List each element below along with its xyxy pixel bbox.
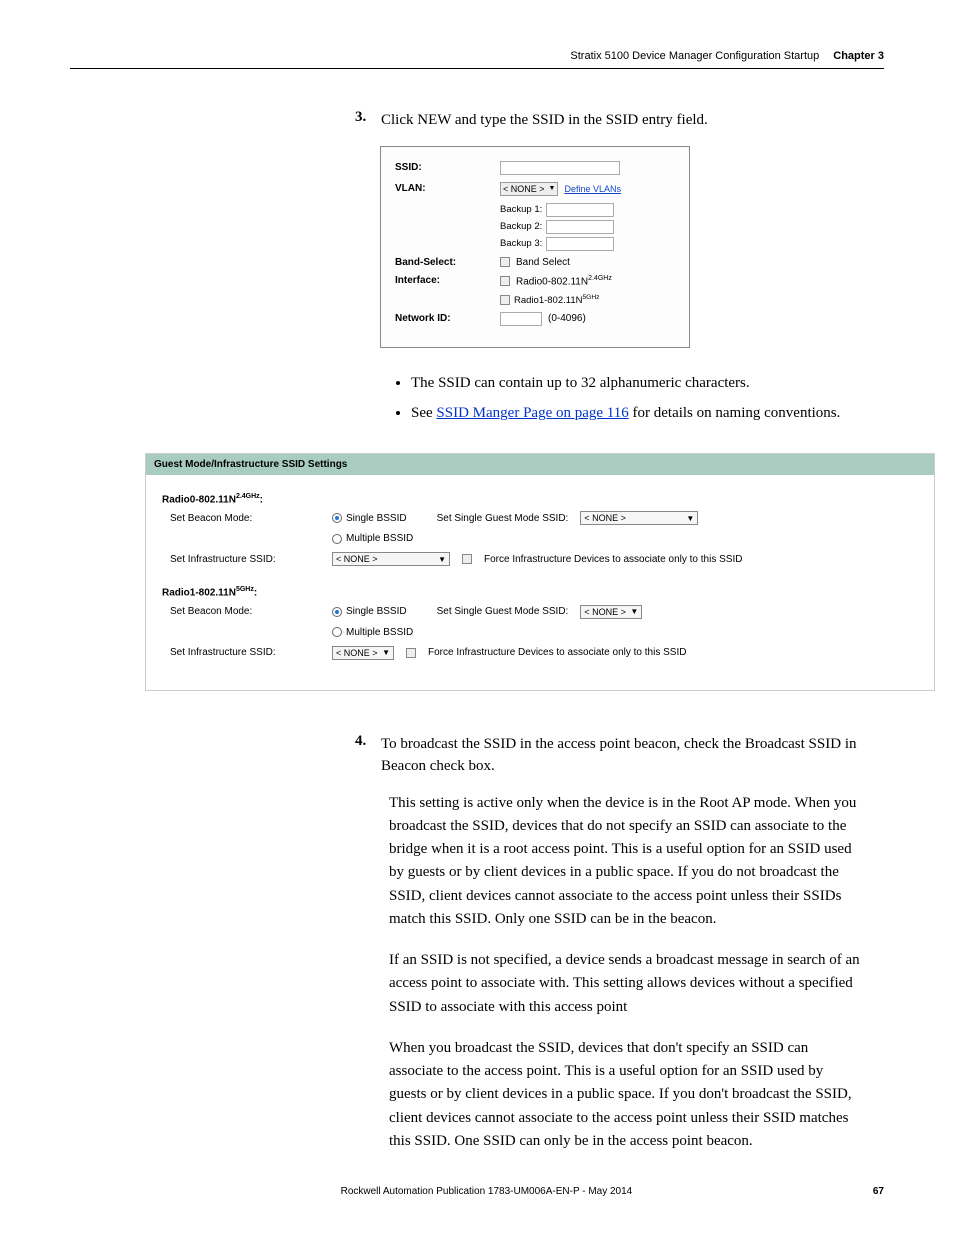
band-select-text: Band Select	[516, 257, 570, 268]
vlan-select[interactable]: < NONE > ▼	[500, 182, 558, 196]
backup3-input[interactable]	[546, 237, 614, 251]
multiple-bssid-radio-1[interactable]	[332, 627, 342, 637]
footer-publication: Rockwell Automation Publication 1783-UM0…	[100, 1186, 873, 1197]
define-vlans-link[interactable]: Define VLANs	[564, 184, 621, 194]
guest-ssid-select-0[interactable]: < NONE >▼	[580, 511, 698, 525]
ssid-manager-link[interactable]: SSID Manger Page on page 116	[436, 405, 628, 421]
band-select-label: Band-Select:	[395, 257, 500, 268]
footer-page-number: 67	[873, 1186, 884, 1197]
step-3: 3. Click NEW and type the SSID in the SS…	[355, 109, 884, 132]
bullet-2: See SSID Manger Page on page 116 for det…	[411, 402, 884, 425]
set-single-guest-label-1: Set Single Guest Mode SSID:	[437, 606, 569, 617]
infra-ssid-select-0[interactable]: < NONE >▼	[332, 552, 450, 566]
ssid-form-figure: SSID: VLAN: < NONE > ▼ Define VLANs Back…	[380, 146, 690, 348]
paragraph-2: If an SSID is not specified, a device se…	[389, 949, 864, 1019]
multiple-bssid-radio-0[interactable]	[332, 534, 342, 544]
force-infra-checkbox-1[interactable]	[406, 648, 416, 658]
guest-mode-header: Guest Mode/Infrastructure SSID Settings	[146, 454, 934, 475]
force-infra-text-0: Force Infrastructure Devices to associat…	[484, 554, 742, 565]
iface1-text: Radio1-802.11N5GHz	[514, 294, 599, 306]
paragraph-1: This setting is active only when the dev…	[389, 792, 864, 932]
force-infra-text-1: Force Infrastructure Devices to associat…	[428, 647, 686, 658]
step-4: 4. To broadcast the SSID in the access p…	[355, 733, 884, 778]
infra-ssid-label-1: Set Infrastructure SSID:	[162, 647, 332, 658]
backup2-input[interactable]	[546, 220, 614, 234]
iface0-text: Radio0-802.11N2.4GHz	[516, 275, 612, 287]
page-header: Stratix 5100 Device Manager Configuratio…	[70, 50, 884, 69]
radio0-section: Radio0-802.11N2.4GHz:	[162, 493, 918, 505]
interface-label: Interface:	[395, 275, 500, 286]
single-bssid-radio-1[interactable]	[332, 607, 342, 617]
step-number: 4.	[355, 733, 373, 778]
header-title: Stratix 5100 Device Manager Configuratio…	[570, 50, 819, 62]
network-id-label: Network ID:	[395, 313, 500, 324]
step-text: To broadcast the SSID in the access poin…	[381, 733, 884, 778]
infra-ssid-select-1[interactable]: < NONE >▼	[332, 646, 394, 660]
guest-mode-figure: Guest Mode/Infrastructure SSID Settings …	[145, 453, 935, 691]
backup2-label: Backup 2:	[500, 221, 542, 232]
ssid-input[interactable]	[500, 161, 620, 175]
page-footer: Rockwell Automation Publication 1783-UM0…	[70, 1186, 884, 1197]
force-infra-checkbox-0[interactable]	[462, 554, 472, 564]
network-id-input[interactable]	[500, 312, 542, 326]
backup1-input[interactable]	[546, 203, 614, 217]
step-number: 3.	[355, 109, 373, 132]
iface0-checkbox[interactable]	[500, 276, 510, 286]
header-chapter: Chapter 3	[833, 50, 884, 62]
set-single-guest-label-0: Set Single Guest Mode SSID:	[437, 513, 569, 524]
paragraph-3: When you broadcast the SSID, devices tha…	[389, 1037, 864, 1153]
ssid-label: SSID:	[395, 162, 500, 173]
iface1-checkbox[interactable]	[500, 295, 510, 305]
backup3-label: Backup 3:	[500, 238, 542, 249]
bullet-1: The SSID can contain up to 32 alphanumer…	[411, 372, 884, 395]
infra-ssid-label-0: Set Infrastructure SSID:	[162, 554, 332, 565]
backup1-label: Backup 1:	[500, 204, 542, 215]
network-id-range: (0-4096)	[548, 313, 586, 324]
bullet-list: The SSID can contain up to 32 alphanumer…	[395, 372, 884, 425]
single-bssid-radio-0[interactable]	[332, 513, 342, 523]
vlan-label: VLAN:	[395, 183, 500, 194]
beacon-mode-label-1: Set Beacon Mode:	[162, 606, 332, 617]
step-text: Click NEW and type the SSID in the SSID …	[381, 109, 884, 132]
band-select-checkbox[interactable]	[500, 257, 510, 267]
guest-ssid-select-1[interactable]: < NONE >▼	[580, 605, 642, 619]
beacon-mode-label-0: Set Beacon Mode:	[162, 513, 332, 524]
radio1-section: Radio1-802.11N5GHz:	[162, 586, 918, 598]
